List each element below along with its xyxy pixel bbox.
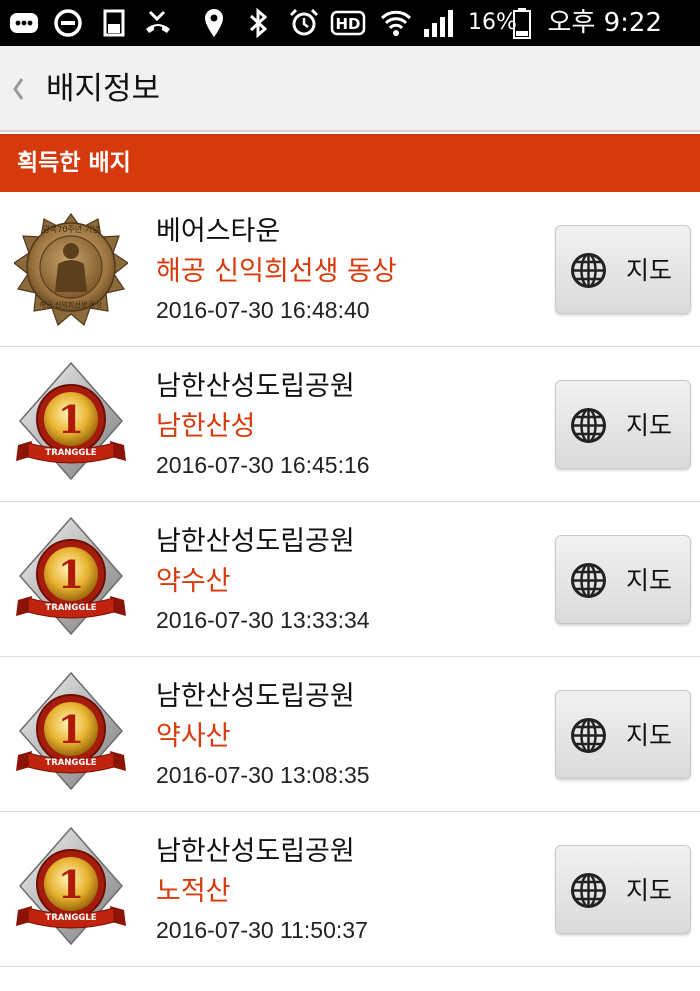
svg-text:HD: HD bbox=[335, 15, 360, 33]
map-button[interactable]: 지도 bbox=[555, 225, 691, 314]
map-button[interactable]: 지도 bbox=[555, 535, 691, 624]
map-button-label: 지도 bbox=[626, 721, 673, 750]
back-button[interactable] bbox=[0, 46, 36, 132]
map-button[interactable]: 지도 bbox=[555, 380, 691, 469]
medal-top-text: 광복70주년 기념 bbox=[43, 224, 100, 234]
badge-info: 남한산성도립공원 노적산 2016-07-30 11:50:37 bbox=[156, 832, 536, 948]
badge-time: 2016-07-30 16:45:16 bbox=[156, 452, 370, 478]
badge-name: 노적산 bbox=[156, 876, 231, 907]
message-icon bbox=[10, 13, 38, 33]
tranggle-rank-1-badge-icon: 1 TRANGGLE bbox=[16, 516, 126, 636]
map-button-label: 지도 bbox=[626, 876, 673, 905]
globe-icon bbox=[571, 873, 606, 908]
map-button[interactable]: 지도 bbox=[555, 845, 691, 934]
location-icon bbox=[205, 9, 223, 37]
badge-place: 남한산성도립공원 bbox=[156, 371, 355, 402]
map-button[interactable]: 지도 bbox=[555, 690, 691, 779]
badge-time: 2016-07-30 16:48:40 bbox=[156, 297, 370, 323]
rank-number: 1 bbox=[58, 862, 84, 907]
status-bar: HD 16% 오후 9:22 bbox=[0, 0, 700, 46]
badge-name: 남한산성 bbox=[156, 411, 256, 442]
badge-name: 해공 신익희선생 동상 bbox=[156, 256, 397, 287]
medal-bottom-text: 해공 신익희선생 동상 bbox=[40, 300, 103, 309]
section-header-acquired-badges: 획득한 배지 bbox=[0, 134, 700, 192]
battery-icon bbox=[513, 8, 531, 39]
status-time: 오후 9:22 bbox=[547, 8, 663, 38]
tranggle-rank-1-badge-icon: 1 TRANGGLE bbox=[16, 826, 126, 946]
globe-icon bbox=[571, 253, 606, 288]
battery-percent: 16% bbox=[468, 10, 517, 35]
map-button-label: 지도 bbox=[626, 256, 673, 285]
tranggle-rank-1-badge-icon: 1 TRANGGLE bbox=[16, 671, 126, 791]
hd-voice-icon: HD bbox=[330, 10, 366, 36]
tranggle-rank-1-badge-icon: 1 TRANGGLE bbox=[16, 361, 126, 481]
map-button-label: 지도 bbox=[626, 411, 673, 440]
tranggle-text: TRANGGLE bbox=[45, 913, 96, 923]
badge-info: 남한산성도립공원 약수산 2016-07-30 13:33:34 bbox=[156, 522, 536, 638]
globe-icon bbox=[571, 718, 606, 753]
globe-icon bbox=[571, 408, 606, 443]
badge-row: 1 TRANGGLE 남한산성도립공원 약사산 2016-07-30 13:08… bbox=[0, 657, 700, 812]
badge-place: 베어스타운 bbox=[156, 216, 281, 247]
badge-time: 2016-07-30 13:33:34 bbox=[156, 607, 370, 633]
wifi-icon bbox=[380, 10, 412, 36]
rank-number: 1 bbox=[58, 552, 84, 597]
tranggle-text: TRANGGLE bbox=[45, 603, 96, 613]
badge-row: 1 TRANGGLE 남한산성도립공원 남한산성 2016-07-30 16:4… bbox=[0, 347, 700, 502]
rank-number: 1 bbox=[58, 397, 84, 442]
badge-info: 남한산성도립공원 약사산 2016-07-30 13:08:35 bbox=[156, 677, 536, 793]
signal-icon bbox=[424, 10, 453, 37]
app-bar: 배지정보 bbox=[0, 46, 700, 132]
page-title: 배지정보 bbox=[46, 71, 161, 107]
badge-info: 베어스타운 해공 신익희선생 동상 2016-07-30 16:48:40 bbox=[156, 212, 536, 328]
badge-row: 광복70주년 기념 해공 신익희선생 동상 베어스타운 해공 신익희선생 동상 … bbox=[0, 192, 700, 347]
chevron-left-icon bbox=[13, 78, 24, 100]
minus-circle-icon bbox=[54, 9, 82, 37]
tranggle-text: TRANGGLE bbox=[45, 758, 96, 768]
commemorative-medal-icon: 광복70주년 기념 해공 신익희선생 동상 bbox=[14, 212, 128, 327]
badge-name: 약사산 bbox=[156, 721, 231, 752]
alarm-icon bbox=[289, 8, 319, 36]
rank-number: 1 bbox=[58, 707, 84, 752]
sd-card-icon bbox=[103, 9, 125, 37]
tranggle-text: TRANGGLE bbox=[45, 448, 96, 458]
badge-place: 남한산성도립공원 bbox=[156, 836, 355, 867]
badge-place: 남한산성도립공원 bbox=[156, 526, 355, 557]
map-button-label: 지도 bbox=[626, 566, 673, 595]
badge-list: 광복70주년 기념 해공 신익희선생 동상 베어스타운 해공 신익희선생 동상 … bbox=[0, 192, 700, 967]
badge-row: 1 TRANGGLE 남한산성도립공원 노적산 2016-07-30 11:50… bbox=[0, 812, 700, 967]
badge-place: 남한산성도립공원 bbox=[156, 681, 355, 712]
bluetooth-icon bbox=[249, 7, 268, 39]
badge-time: 2016-07-30 13:08:35 bbox=[156, 762, 370, 788]
badge-time: 2016-07-30 11:50:37 bbox=[156, 917, 368, 943]
badge-row: 1 TRANGGLE 남한산성도립공원 약수산 2016-07-30 13:33… bbox=[0, 502, 700, 657]
missed-call-icon bbox=[146, 10, 170, 33]
badge-info: 남한산성도립공원 남한산성 2016-07-30 16:45:16 bbox=[156, 367, 536, 483]
globe-icon bbox=[571, 563, 606, 598]
badge-name: 약수산 bbox=[156, 566, 231, 597]
